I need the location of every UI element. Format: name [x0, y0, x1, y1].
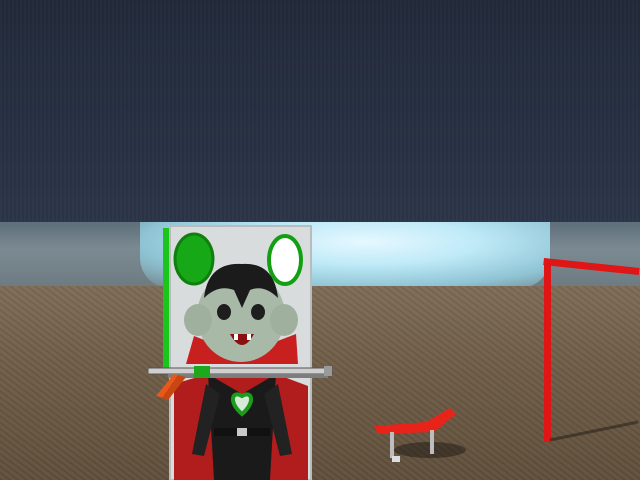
target-board[interactable]: [146, 224, 336, 480]
target-right[interactable]: [267, 234, 303, 286]
game-scene[interactable]: [0, 0, 640, 480]
blaster-rifle[interactable]: [148, 356, 338, 402]
target-left[interactable]: [173, 232, 215, 286]
board-green-post: [163, 228, 170, 368]
night-sky: [0, 0, 640, 226]
red-slide-prop[interactable]: [370, 400, 470, 466]
red-goal-frame[interactable]: [538, 254, 640, 444]
